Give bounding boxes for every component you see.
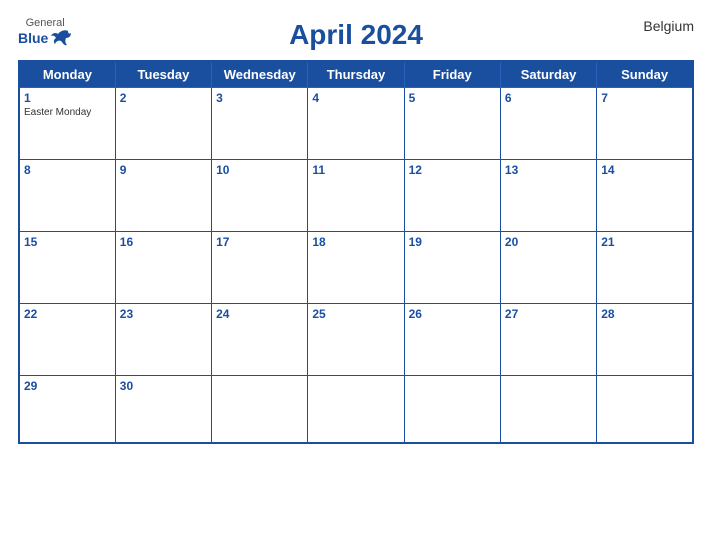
day-cell: 16: [115, 231, 211, 303]
day-cell: 15: [19, 231, 115, 303]
day-number: 14: [601, 163, 688, 177]
day-cell: 20: [500, 231, 596, 303]
day-number: 12: [409, 163, 496, 177]
col-wednesday: Wednesday: [212, 61, 308, 88]
day-number: 11: [312, 163, 399, 177]
calendar-title: April 2024: [289, 18, 423, 52]
day-cell: 10: [212, 159, 308, 231]
day-number: 2: [120, 91, 207, 105]
day-cell: 29: [19, 375, 115, 443]
day-number: 9: [120, 163, 207, 177]
day-number: 4: [312, 91, 399, 105]
col-friday: Friday: [404, 61, 500, 88]
day-number: 22: [24, 307, 111, 321]
day-cell: [500, 375, 596, 443]
day-number: 18: [312, 235, 399, 249]
week-row-1: 1 Easter Monday 234567: [19, 87, 693, 159]
week-row-4: 22 23 24 25 26 27 28: [19, 303, 693, 375]
day-cell: 11: [308, 159, 404, 231]
day-number: 28: [601, 307, 688, 321]
day-cell: 25: [308, 303, 404, 375]
day-cell: [308, 375, 404, 443]
col-thursday: Thursday: [308, 61, 404, 88]
day-number: 20: [505, 235, 592, 249]
day-cell: 18: [308, 231, 404, 303]
day-cell: 14: [597, 159, 693, 231]
col-monday: Monday: [19, 61, 115, 88]
day-number: 8: [24, 163, 111, 177]
day-number: 21: [601, 235, 688, 249]
logo-blue-text: Blue: [18, 31, 48, 45]
logo-bird-icon: [50, 29, 72, 47]
day-cell: [404, 375, 500, 443]
week-row-3: 15 16 17 18 19 20 21: [19, 231, 693, 303]
day-cell: 24: [212, 303, 308, 375]
day-number: 25: [312, 307, 399, 321]
calendar-table: Monday Tuesday Wednesday Thursday Friday…: [18, 60, 694, 445]
day-number: 6: [505, 91, 592, 105]
day-number: 17: [216, 235, 303, 249]
day-cell: 28: [597, 303, 693, 375]
day-number: 19: [409, 235, 496, 249]
day-cell: 12: [404, 159, 500, 231]
day-cell: 3: [212, 87, 308, 159]
day-number: 5: [409, 91, 496, 105]
calendar-page: General Blue April 2024 Belgium Monday T…: [0, 0, 712, 550]
day-cell: 19: [404, 231, 500, 303]
day-number: 27: [505, 307, 592, 321]
day-cell: 6: [500, 87, 596, 159]
day-cell: [212, 375, 308, 443]
day-number: 1: [24, 91, 111, 105]
header-row: Monday Tuesday Wednesday Thursday Friday…: [19, 61, 693, 88]
col-sunday: Sunday: [597, 61, 693, 88]
day-cell: 7: [597, 87, 693, 159]
day-cell: 4: [308, 87, 404, 159]
day-number: 7: [601, 91, 688, 105]
day-number: 16: [120, 235, 207, 249]
day-cell: 2: [115, 87, 211, 159]
day-number: 29: [24, 379, 111, 393]
day-number: 30: [120, 379, 207, 393]
week-row-2: 89 10 11 12 13 14: [19, 159, 693, 231]
day-number: 10: [216, 163, 303, 177]
country-label: Belgium: [643, 18, 694, 34]
day-cell: 23: [115, 303, 211, 375]
holiday-label: Easter Monday: [24, 107, 111, 118]
day-number: 13: [505, 163, 592, 177]
day-cell: 13: [500, 159, 596, 231]
day-number: 26: [409, 307, 496, 321]
day-cell: 30: [115, 375, 211, 443]
week-row-5: 29 30: [19, 375, 693, 443]
day-number: 15: [24, 235, 111, 249]
day-cell: 27: [500, 303, 596, 375]
col-saturday: Saturday: [500, 61, 596, 88]
day-cell: 17: [212, 231, 308, 303]
day-cell: 1 Easter Monday: [19, 87, 115, 159]
calendar-header: General Blue April 2024 Belgium: [18, 18, 694, 52]
day-cell: 22: [19, 303, 115, 375]
day-number: 3: [216, 91, 303, 105]
day-cell: [597, 375, 693, 443]
day-cell: 8: [19, 159, 115, 231]
title-area: April 2024: [289, 18, 423, 52]
logo-area: General Blue: [18, 18, 72, 47]
day-cell: 5: [404, 87, 500, 159]
day-number: 24: [216, 307, 303, 321]
day-cell: 26: [404, 303, 500, 375]
day-cell: 21: [597, 231, 693, 303]
day-cell: 9: [115, 159, 211, 231]
col-tuesday: Tuesday: [115, 61, 211, 88]
logo-general-text: General: [26, 18, 65, 29]
day-number: 23: [120, 307, 207, 321]
